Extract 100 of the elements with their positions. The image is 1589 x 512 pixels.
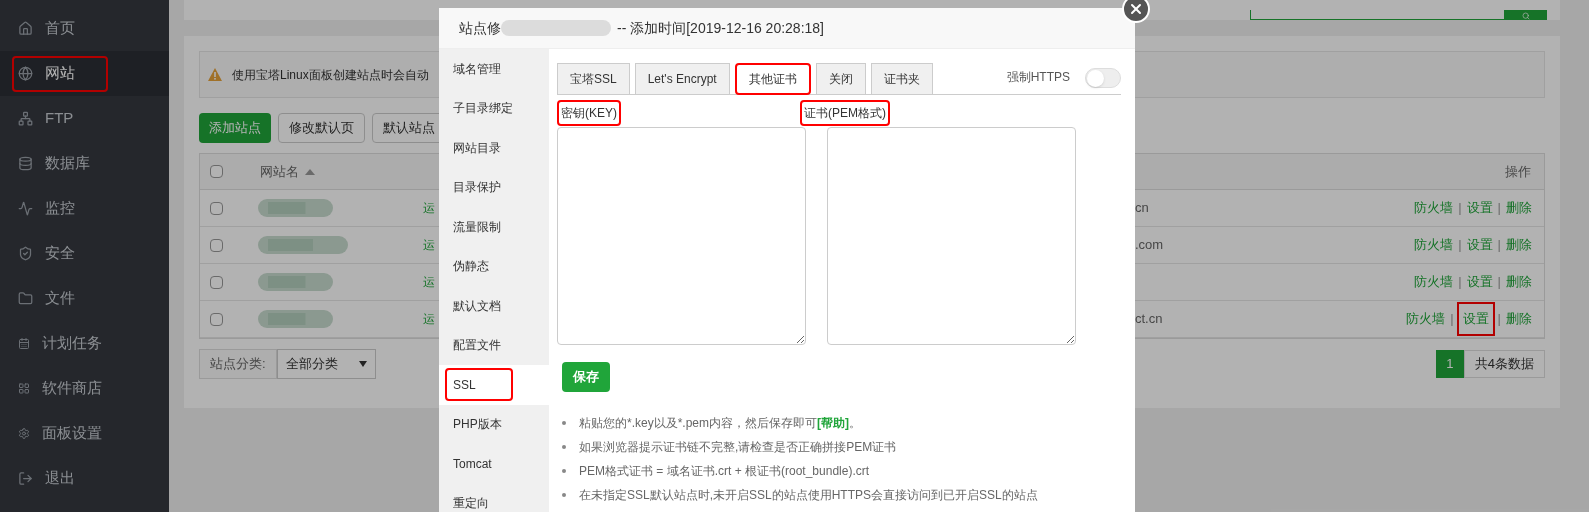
separator-text: |	[1449, 310, 1455, 329]
search-button[interactable]	[1505, 10, 1547, 20]
modal-nav-item[interactable]: 目录保护	[439, 167, 549, 207]
toggle-switch[interactable]	[1085, 68, 1121, 88]
status-text[interactable]: 运	[423, 275, 435, 290]
modal-title: 站点修	[459, 18, 501, 38]
action-link[interactable]: 防火墙	[1412, 233, 1456, 257]
sidebar-item[interactable]: 网站	[0, 51, 169, 96]
settings-icon	[18, 426, 30, 441]
globe-icon	[18, 66, 33, 81]
total-count: 共4条数据	[1463, 350, 1545, 378]
sidebar-item[interactable]: 文件	[0, 276, 169, 321]
modal-nav-item[interactable]: 域名管理	[439, 49, 549, 89]
bullet-icon	[562, 445, 566, 449]
nav-label: SSL	[453, 376, 476, 394]
sidebar-item[interactable]: 数据库	[0, 141, 169, 186]
database-icon	[18, 156, 33, 171]
tab[interactable]: 证书夹	[870, 63, 933, 94]
nav-label: PHP版本	[453, 416, 502, 434]
sidebar-label: 退出	[45, 468, 75, 489]
sidebar-item[interactable]: 监控	[0, 186, 169, 231]
shield-icon	[18, 246, 33, 261]
nav-label: 目录保护	[453, 179, 501, 197]
category-label: 站点分类:	[199, 349, 277, 379]
nav-label: 默认文档	[453, 297, 501, 315]
search-field[interactable]	[1250, 10, 1505, 20]
folder-icon	[18, 291, 33, 306]
checkbox[interactable]	[210, 165, 223, 178]
tab[interactable]: 宝塔SSL	[557, 63, 630, 94]
sidebar-item[interactable]: 计划任务	[0, 321, 169, 366]
tab[interactable]: 其他证书	[734, 63, 811, 95]
sidebar-item[interactable]: 首页	[0, 6, 169, 51]
column-header: 操作	[1505, 162, 1531, 181]
modal-nav-item[interactable]: 重定向	[439, 483, 549, 512]
status-text[interactable]: 运	[423, 312, 435, 327]
column-header[interactable]: 网站名	[260, 161, 299, 182]
sidebar-label: 面板设置	[42, 423, 102, 444]
action-link[interactable]: 防火墙	[1404, 307, 1448, 331]
logout-icon	[18, 471, 33, 486]
action-link[interactable]: 删除	[1504, 233, 1534, 257]
sidebar-label: FTP	[45, 108, 74, 129]
modal-nav-item[interactable]: PHP版本	[439, 404, 549, 444]
action-link[interactable]: 防火墙	[1412, 270, 1456, 294]
modal-nav-item[interactable]: 配置文件	[439, 325, 549, 365]
dropdown-caret-icon	[358, 361, 367, 367]
tab[interactable]: Let's Encrypt	[634, 63, 730, 94]
toolbar-button[interactable]: 修改默认页	[278, 113, 365, 143]
nav-label: 伪静态	[453, 258, 489, 276]
checkbox[interactable]	[210, 312, 223, 326]
sidebar-item[interactable]: 退出	[0, 456, 169, 501]
close-button[interactable]	[1122, 0, 1150, 23]
sidebar-item[interactable]: FTP	[0, 96, 169, 141]
action-link[interactable]: 删除	[1504, 307, 1534, 331]
note-text: PEM格式证书 = 域名证书.crt + 根证书(root_bundle).crt	[579, 463, 870, 480]
bullet-icon	[562, 421, 566, 425]
note-text: 如果浏览器提示证书链不完整,请检查是否正确拼接PEM证书	[579, 439, 897, 456]
modal-nav-item[interactable]: SSL	[439, 365, 549, 405]
action-link[interactable]: 设置	[1456, 302, 1495, 336]
note-text: 粘贴您的*.key以及*.pem内容，然后保存即可[帮助]。	[579, 415, 862, 432]
bullet-icon	[562, 493, 566, 497]
sidebar-item[interactable]: 软件商店	[0, 366, 169, 411]
toolbar-button[interactable]: 添加站点	[199, 113, 271, 143]
home-icon	[18, 21, 33, 36]
status-text[interactable]: 运	[423, 201, 435, 216]
status-text[interactable]: 运	[423, 238, 435, 253]
modal-nav-item[interactable]: Tomcat	[439, 444, 549, 484]
domain-text: ct.cn	[1135, 310, 1163, 329]
modal-nav-item[interactable]: 默认文档	[439, 286, 549, 326]
checkbox[interactable]	[210, 275, 223, 289]
save-button[interactable]: 保存	[562, 362, 610, 392]
action-link[interactable]: 删除	[1504, 196, 1534, 220]
domain-text: .com	[1135, 236, 1164, 255]
sidebar-label: 网站	[45, 63, 75, 84]
separator-text: |	[1496, 310, 1502, 329]
tab[interactable]: 关闭	[815, 63, 866, 94]
separator-text: |	[1457, 199, 1463, 218]
network-icon	[18, 111, 33, 126]
modal-nav-item[interactable]: 流量限制	[439, 207, 549, 247]
category-select[interactable]: 全部分类	[276, 349, 376, 379]
sidebar-label: 首页	[45, 18, 75, 39]
action-link[interactable]: 防火墙	[1412, 196, 1456, 220]
page-button[interactable]: 1	[1435, 350, 1464, 378]
action-link[interactable]: 设置	[1464, 196, 1495, 220]
field-label: 证书(PEM格式)	[800, 100, 890, 126]
grid-icon	[18, 381, 30, 396]
action-link[interactable]: 设置	[1464, 270, 1495, 294]
checkbox[interactable]	[210, 201, 223, 215]
action-link[interactable]: 设置	[1464, 233, 1495, 257]
action-link[interactable]: 删除	[1504, 270, 1534, 294]
checkbox[interactable]	[210, 238, 223, 252]
sidebar-label: 计划任务	[42, 333, 102, 354]
sidebar-label: 软件商店	[42, 378, 102, 399]
sidebar-label: 数据库	[45, 153, 90, 174]
separator-text: |	[1496, 273, 1502, 292]
notice-text: 使用宝塔Linux面板创建站点时会自动	[232, 66, 429, 84]
sidebar-item[interactable]: 安全	[0, 231, 169, 276]
sidebar-item[interactable]: 面板设置	[0, 411, 169, 456]
calendar-icon	[18, 336, 30, 351]
modal-nav-item[interactable]: 伪静态	[439, 246, 549, 286]
warning-icon	[208, 68, 222, 81]
